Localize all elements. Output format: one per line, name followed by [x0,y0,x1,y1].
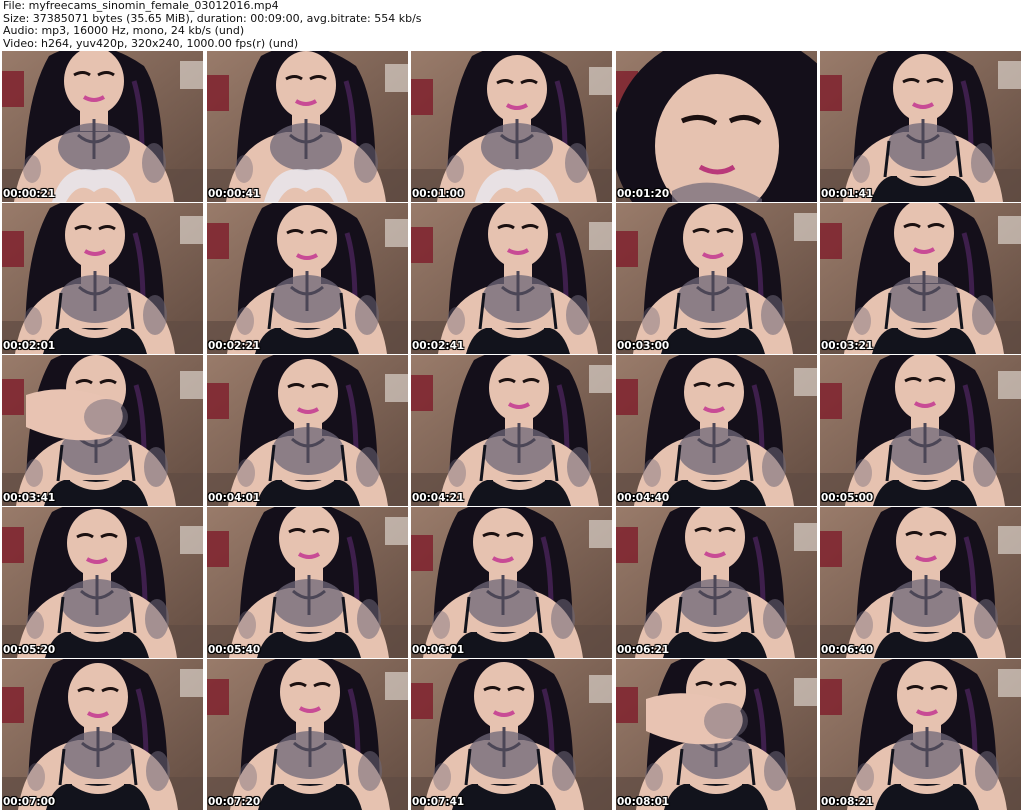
frame-timestamp: 00:06:01 [412,644,465,656]
video-frame-thumbnail: 00:07:41 [411,659,612,810]
video-frame-thumbnail: 00:05:40 [207,507,408,658]
frame-image [616,203,817,354]
frame-timestamp: 00:04:21 [412,492,465,504]
video-frame-thumbnail: 00:00:21 [2,51,203,202]
frame-image [2,203,203,354]
frame-image [616,507,817,658]
frame-timestamp: 00:07:00 [3,796,56,808]
frame-image [820,203,1021,354]
frame-timestamp: 00:02:41 [412,340,465,352]
frame-image [411,507,612,658]
frame-image [616,659,817,810]
frame-image [820,659,1021,810]
frame-timestamp: 00:07:41 [412,796,465,808]
video-frame-thumbnail: 00:05:00 [820,355,1021,506]
video-frame-thumbnail: 00:02:01 [2,203,203,354]
video-frame-thumbnail: 00:00:41 [207,51,408,202]
video-frame-thumbnail: 00:02:41 [411,203,612,354]
frame-image [207,203,408,354]
thumbnail-grid: 00:00:21 00:00:41 00:01:00 00:01:20 00:01:41… [2,51,1022,811]
frame-timestamp: 00:07:20 [208,796,261,808]
video-frame-thumbnail: 00:07:20 [207,659,408,810]
video-frame-thumbnail: 00:05:20 [2,507,203,658]
video-frame-thumbnail: 00:06:40 [820,507,1021,658]
video-frame-thumbnail: 00:02:21 [207,203,408,354]
frame-timestamp: 00:00:41 [208,188,261,200]
frame-image [820,507,1021,658]
frame-image [207,659,408,810]
frame-timestamp: 00:06:21 [617,644,670,656]
frame-timestamp: 00:04:40 [617,492,670,504]
video-frame-thumbnail: 00:01:41 [820,51,1021,202]
frame-image [207,355,408,506]
frame-timestamp: 00:05:40 [208,644,261,656]
frame-timestamp: 00:03:41 [3,492,56,504]
audio-info-line: Audio: mp3, 16000 Hz, mono, 24 kb/s (und… [3,25,245,37]
frame-image [2,355,203,506]
video-frame-thumbnail: 00:03:00 [616,203,817,354]
video-frame-thumbnail: 00:01:20 [616,51,817,202]
frame-image [411,659,612,810]
video-frame-thumbnail: 00:03:41 [2,355,203,506]
frame-timestamp: 00:03:00 [617,340,670,352]
frame-image [2,507,203,658]
frame-timestamp: 00:06:40 [821,644,874,656]
frame-timestamp: 00:08:01 [617,796,670,808]
frame-image [411,355,612,506]
frame-timestamp: 00:05:20 [3,644,56,656]
video-frame-thumbnail: 00:01:00 [411,51,612,202]
frame-image [616,355,817,506]
video-frame-thumbnail: 00:08:01 [616,659,817,810]
frame-image [820,51,1021,202]
file-size-line: Size: 37385071 bytes (35.65 MiB), durati… [3,12,422,25]
video-frame-thumbnail: 00:08:21 [820,659,1021,810]
frame-image [411,51,612,202]
frame-timestamp: 00:03:21 [821,340,874,352]
frame-timestamp: 00:01:00 [412,188,465,200]
frame-timestamp: 00:08:21 [821,796,874,808]
video-frame-thumbnail: 00:04:40 [616,355,817,506]
frame-image [2,51,203,202]
video-frame-thumbnail: 00:06:21 [616,507,817,658]
frame-image [2,659,203,810]
video-frame-thumbnail: 00:06:01 [411,507,612,658]
video-frame-thumbnail: 00:04:21 [411,355,612,506]
frame-timestamp: 00:04:01 [208,492,261,504]
video-info-line: Video: h264, yuv420p, 320x240, 1000.00 f… [3,37,299,50]
frame-timestamp: 00:00:21 [3,188,56,200]
frame-timestamp: 00:02:21 [208,340,261,352]
video-frame-thumbnail: 00:07:00 [2,659,203,810]
frame-timestamp: 00:05:00 [821,492,874,504]
video-frame-thumbnail: 00:04:01 [207,355,408,506]
file-info-header: File: myfreecams_sinomin_female_03012016… [3,0,1019,50]
file-name-line: File: myfreecams_sinomin_female_03012016… [3,0,279,12]
video-frame-thumbnail: 00:03:21 [820,203,1021,354]
frame-timestamp: 00:01:20 [617,188,670,200]
frame-image [616,51,817,202]
frame-image [411,203,612,354]
frame-image [207,507,408,658]
frame-timestamp: 00:02:01 [3,340,56,352]
frame-image [207,51,408,202]
frame-timestamp: 00:01:41 [821,188,874,200]
frame-image [820,355,1021,506]
